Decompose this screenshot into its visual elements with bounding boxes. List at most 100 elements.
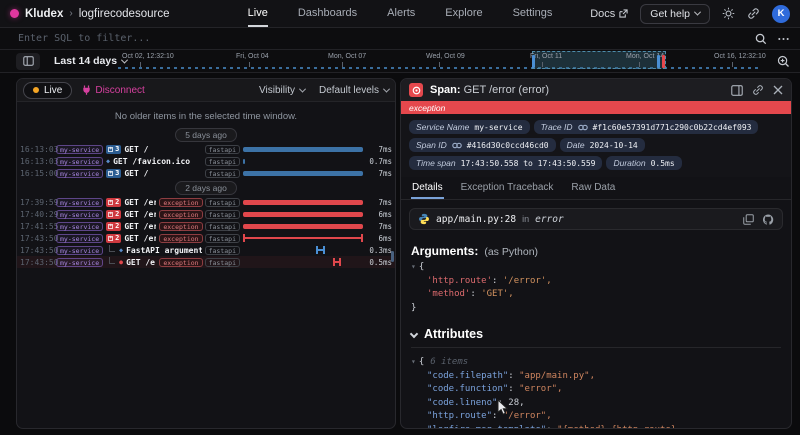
child-count-badge[interactable]: +3 [106, 169, 121, 178]
timeline-track[interactable]: Oct 02, 12:32:10Fri, Oct 04Mon, Oct 07We… [118, 50, 762, 72]
scrollbar-thumb[interactable] [391, 251, 394, 262]
get-help-button[interactable]: Get help [640, 4, 710, 24]
arguments-code-block: ▾{'http.route': '/error','method': 'GET'… [411, 260, 781, 315]
tab-raw-data[interactable]: Raw Data [570, 177, 616, 199]
disconnect-button[interactable]: Disconnect [82, 85, 144, 96]
metadata-badge[interactable]: Time span17:43:50.558 to 17:43:50.559 [409, 156, 602, 170]
badge-label: Duration [613, 158, 645, 168]
nav-tab-alerts[interactable]: Alerts [387, 0, 415, 27]
plug-icon [82, 85, 91, 95]
expand-icon: + [108, 236, 113, 241]
duration-bar-zone [243, 167, 363, 179]
fold-icon[interactable]: ▾ [411, 262, 416, 271]
trace-duration: 7ms [366, 145, 392, 154]
zoom-in-icon[interactable] [777, 55, 790, 68]
trace-time: 17:41:55 [20, 222, 53, 231]
project-name[interactable]: logfirecodesource [79, 8, 170, 20]
code-location-bar[interactable]: app/main.py:28 in error [409, 208, 783, 230]
copy-link-icon[interactable] [752, 84, 764, 96]
nav-tab-settings[interactable]: Settings [513, 0, 553, 27]
trace-title: GET /error (error) [126, 258, 156, 267]
timeline-tick-label: Oct 16, 12:32:10 [714, 53, 766, 60]
trace-row[interactable]: 17:39:59my-service+2GET /errorexceptionf… [17, 196, 395, 208]
trace-tags: exceptionfastapi [159, 222, 240, 231]
child-count-badge[interactable]: +2 [106, 222, 121, 231]
live-button[interactable]: Live [23, 82, 72, 99]
nav-tab-explore[interactable]: Explore [445, 0, 482, 27]
nav-tab-dashboards[interactable]: Dashboards [298, 0, 357, 27]
fastapi-tag: fastapi [205, 157, 240, 166]
child-count-badge[interactable]: +2 [106, 234, 121, 243]
sql-filter-input[interactable] [10, 33, 745, 44]
attr-key: "code.filepath" [427, 371, 508, 381]
trace-row[interactable]: 17:41:55my-service+2GET /errorexceptionf… [17, 220, 395, 232]
metadata-badge[interactable]: Trace ID#f1c60e57391d771c290c0b22cd4ef09… [534, 120, 759, 134]
colon: : [508, 371, 519, 381]
tab-exception-traceback[interactable]: Exception Traceback [460, 177, 555, 199]
span-detail-panel: Span: GET /error (error) exception Servi… [400, 78, 792, 429]
more-menu-icon[interactable] [777, 33, 790, 45]
trace-title: GET /error [124, 198, 156, 207]
docs-link[interactable]: Docs [590, 8, 628, 20]
service-tag: my-service [56, 169, 103, 178]
trace-row[interactable]: 16:13:03my-service◆GET /favicon.icofasta… [17, 155, 395, 167]
dock-panel-icon[interactable] [731, 85, 743, 96]
duration-bar [316, 249, 324, 251]
logfire-logo-icon[interactable] [10, 9, 19, 18]
child-count: 2 [115, 234, 119, 242]
attributes-heading[interactable]: Attributes [411, 327, 781, 341]
attr-key: "http.route" [427, 411, 492, 421]
metadata-badge[interactable]: Service Namemy-service [409, 120, 530, 134]
levels-dropdown[interactable]: Default levels [319, 85, 389, 96]
search-icon[interactable] [755, 33, 767, 45]
exception-tag: exception [159, 198, 202, 207]
trace-row[interactable]: 16:15:00my-service+3GET /fastapi7ms [17, 167, 395, 179]
top-right-actions: Docs Get help K [560, 4, 790, 24]
sidebar-toggle-icon[interactable] [16, 53, 40, 70]
code-in-label: in [522, 214, 529, 224]
empty-window-message: No older items in the selected time wind… [17, 102, 395, 126]
trace-title: GET /error [124, 234, 156, 243]
duration-bar-zone [243, 196, 363, 208]
code-line: 'http.route': '/error', [411, 275, 781, 289]
child-count-badge[interactable]: +2 [106, 210, 121, 219]
github-icon[interactable] [762, 214, 774, 225]
trace-row[interactable]: 17:43:50my-service●GET /error (error)exc… [17, 256, 395, 268]
section-divider [411, 347, 781, 348]
badge-label: Trace ID [541, 122, 573, 132]
theme-toggle-icon[interactable] [722, 7, 735, 20]
timeline-tick-mark [732, 62, 733, 67]
expand-icon: + [108, 224, 113, 229]
metadata-badge[interactable]: Duration0.5ms [606, 156, 681, 170]
chevron-down-icon [383, 85, 390, 92]
badge-value: my-service [474, 123, 522, 132]
fold-icon[interactable]: ▾ [411, 357, 416, 366]
child-count-badge[interactable]: +3 [106, 145, 121, 154]
tab-details[interactable]: Details [411, 177, 444, 199]
trace-duration: 0.5ms [366, 258, 392, 267]
error-span-icon [409, 83, 423, 97]
close-icon[interactable] [773, 85, 783, 95]
colon: : [546, 425, 557, 429]
app-root: Kludex › logfirecodesource LiveDashboard… [0, 0, 800, 434]
metadata-badge[interactable]: Date2024-10-14 [560, 138, 645, 152]
trace-row[interactable]: 16:13:03my-service+3GET /fastapi7ms [17, 143, 395, 155]
visibility-dropdown[interactable]: Visibility [259, 85, 305, 96]
expand-icon: + [108, 200, 113, 205]
time-range-dropdown[interactable]: Last 14 days [54, 55, 127, 67]
trace-row[interactable]: 17:40:29my-service+2GET /errorexceptionf… [17, 208, 395, 220]
nav-tab-live[interactable]: Live [248, 0, 268, 27]
metadata-badge[interactable]: Span ID#416d30c0ccd46cd0 [409, 138, 556, 152]
duration-bar-zone [243, 232, 363, 244]
user-avatar[interactable]: K [772, 5, 790, 23]
share-link-icon[interactable] [747, 7, 760, 20]
external-link-icon [619, 9, 628, 18]
copy-icon[interactable] [743, 214, 754, 225]
exception-tag: exception [159, 234, 202, 243]
child-count-badge[interactable]: +2 [106, 198, 121, 207]
trace-row[interactable]: 17:43:50my-service◆FastAPI argumentsfast… [17, 244, 395, 256]
trace-tags: exceptionfastapi [159, 258, 240, 267]
timeline-tick-label: Oct 02, 12:32:10 [122, 53, 174, 60]
org-name[interactable]: Kludex [25, 8, 63, 20]
trace-row[interactable]: 17:43:50my-service+2GET /errorexceptionf… [17, 232, 395, 244]
